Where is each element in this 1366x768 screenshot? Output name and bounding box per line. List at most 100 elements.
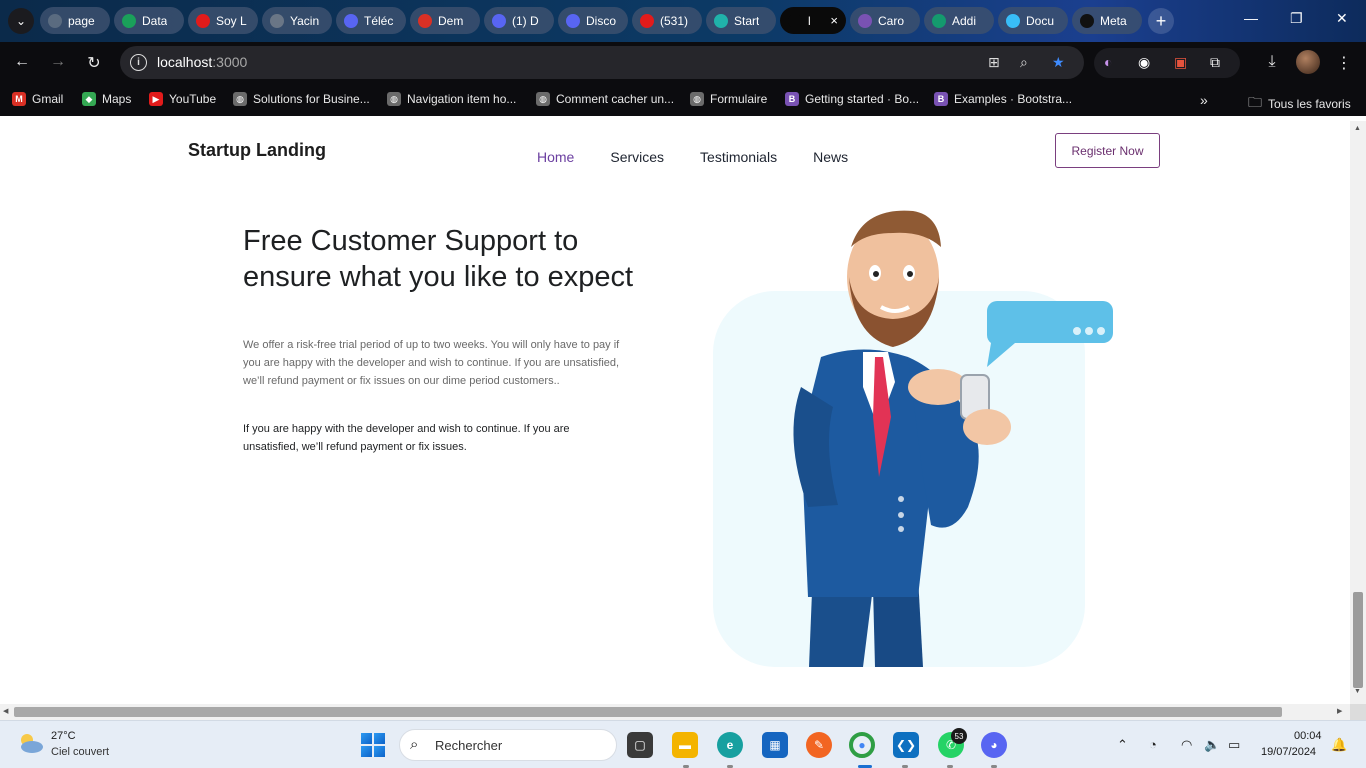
bookmark-item[interactable]: ▶ YouTube <box>149 92 216 106</box>
download-icon[interactable]: ⤓ <box>1262 53 1282 71</box>
vertical-scroll-thumb[interactable] <box>1353 592 1363 688</box>
back-icon[interactable]: ← <box>12 53 32 71</box>
browser-tab[interactable]: Data <box>114 7 184 34</box>
browser-tab[interactable]: Dem <box>410 7 480 34</box>
zoom-icon[interactable]: ⌕ <box>1020 54 1028 71</box>
tab-label: l <box>808 13 811 28</box>
minimize-icon[interactable]: — <box>1244 10 1258 26</box>
forward-icon[interactable]: → <box>48 53 68 71</box>
translate-icon[interactable]: ⊞ <box>988 54 1000 71</box>
browser-tab[interactable]: Caro <box>850 7 920 34</box>
tab-label: Dem <box>438 13 464 28</box>
taskbar-search[interactable]: ⌕ Rechercher <box>399 729 617 761</box>
tab-close-icon[interactable]: × <box>830 13 838 28</box>
hero-title: Free Customer Support to ensure what you… <box>243 225 634 293</box>
new-tab-button[interactable]: + <box>1148 8 1174 34</box>
battery-icon[interactable]: ▭ <box>1228 737 1240 753</box>
whatsapp-badge: 53 <box>951 728 967 744</box>
bookmark-item[interactable]: ◍ Comment cacher un... <box>536 92 674 106</box>
bookmarks-overflow-icon[interactable]: » <box>1200 92 1208 108</box>
bookmark-favicon-icon: ◆ <box>82 92 96 106</box>
bookmark-item[interactable]: B Getting started · Bo... <box>785 92 919 106</box>
bookmark-item[interactable]: ◆ Maps <box>82 92 131 106</box>
tab-search-button[interactable]: ⌄ <box>8 8 34 34</box>
site-info-icon[interactable]: i <box>130 54 147 71</box>
volume-muted-icon[interactable]: 🔈 <box>1204 737 1220 753</box>
bookmark-item[interactable]: B Examples · Bootstra... <box>934 92 1072 106</box>
weather-description[interactable]: Ciel couvert <box>51 746 109 758</box>
notification-bell-icon[interactable]: 🔔 <box>1331 737 1347 753</box>
scroll-down-icon[interactable]: ▼ <box>1354 688 1361 695</box>
browser-tab[interactable]: Addi <box>924 7 994 34</box>
all-bookmarks[interactable]: 🗀 Tous les favoris <box>1248 92 1351 116</box>
vertical-scrollbar[interactable]: ▲ ▼ <box>1350 121 1366 704</box>
tab-label: page <box>68 13 95 28</box>
wifi-icon[interactable]: ◠ <box>1181 737 1192 753</box>
profile-avatar[interactable] <box>1296 50 1320 74</box>
browser-tab[interactable]: l × <box>780 7 846 34</box>
search-icon: ⌕ <box>410 736 419 753</box>
close-window-icon[interactable]: ✕ <box>1336 10 1348 27</box>
browser-tab[interactable]: Téléc <box>336 7 406 34</box>
bookmark-item[interactable]: ◍ Formulaire <box>690 92 767 106</box>
clock-time[interactable]: 00:04 <box>1294 730 1322 742</box>
network-status-icon[interactable]: ◔ <box>1149 737 1157 752</box>
browser-tab[interactable]: Start <box>706 7 776 34</box>
extension-icon[interactable]: ▣ <box>1174 54 1187 71</box>
browser-tab[interactable]: Soy L <box>188 7 258 34</box>
browser-tab[interactable]: Docu <box>998 7 1068 34</box>
clock-date[interactable]: 19/07/2024 <box>1261 746 1316 758</box>
site-brand[interactable]: Startup Landing <box>188 140 326 161</box>
extension-icon[interactable]: ◐ <box>1104 54 1112 70</box>
brave-icon[interactable]: ✎ <box>806 732 832 758</box>
windows-start-icon[interactable] <box>361 733 385 757</box>
browser-tab[interactable]: Yacin <box>262 7 332 34</box>
bookmark-favicon-icon: ◍ <box>536 92 550 106</box>
chrome-icon[interactable]: ● <box>849 732 875 758</box>
scroll-left-icon[interactable]: ◀ <box>3 707 8 715</box>
address-bar[interactable]: i localhost:3000 ⊞ ⌕ ★ <box>120 46 1084 79</box>
cloudy-weather-icon[interactable] <box>16 731 44 755</box>
task-view-icon[interactable]: ▢ <box>627 732 653 758</box>
hero-subtext: If you are happy with the developer and … <box>243 423 570 453</box>
tab-label: Docu <box>1026 13 1055 28</box>
bookmark-favicon-icon: ▶ <box>149 92 163 106</box>
nav-testimonials[interactable]: Testimonials <box>700 149 777 165</box>
browser-tab[interactable]: (531) <box>632 7 702 34</box>
tab-favicon-icon <box>492 13 506 28</box>
extension-icon[interactable]: ◉ <box>1138 54 1150 71</box>
reload-icon[interactable]: ↻ <box>84 53 104 73</box>
bookmark-favicon-icon: M <box>12 92 26 106</box>
browser-tab[interactable]: (1) D <box>484 7 554 34</box>
horizontal-scrollbar[interactable]: ◀ ▶ <box>0 704 1350 720</box>
vscode-icon[interactable]: ❮❯ <box>893 732 919 758</box>
puzzle-icon[interactable]: ⧉ <box>1210 54 1220 71</box>
nav-news[interactable]: News <box>813 149 848 165</box>
bookmark-label: Examples · Bootstra... <box>954 92 1073 106</box>
hero-description: We offer a risk-free trial period of up … <box>243 339 620 387</box>
bookmark-item[interactable]: ◍ Solutions for Busine... <box>233 92 370 106</box>
bookmark-item[interactable]: M Gmail <box>12 92 63 106</box>
edge-icon[interactable]: e <box>717 732 743 758</box>
discord-icon[interactable]: ◕ <box>981 732 1007 758</box>
tab-label: (531) <box>660 13 689 28</box>
horizontal-scroll-thumb[interactable] <box>14 707 1282 717</box>
register-now-button[interactable]: Register Now <box>1055 133 1160 168</box>
menu-icon[interactable]: ⋮ <box>1334 53 1354 73</box>
store-icon[interactable]: ▦ <box>762 732 788 758</box>
scroll-up-icon[interactable]: ▲ <box>1354 125 1361 132</box>
browser-tab[interactable]: page <box>40 7 110 34</box>
bookmark-item[interactable]: ◍ Navigation item ho... <box>387 92 516 106</box>
bookmark-star-icon[interactable]: ★ <box>1052 54 1065 71</box>
tray-chevron-up-icon[interactable]: ⌃ <box>1117 737 1128 753</box>
scroll-right-icon[interactable]: ▶ <box>1337 707 1342 715</box>
address-url[interactable]: localhost:3000 <box>157 54 247 70</box>
browser-tab[interactable]: Meta <box>1072 7 1142 34</box>
tab-label: Data <box>142 13 168 28</box>
nav-services[interactable]: Services <box>610 149 664 165</box>
weather-temperature[interactable]: 27°C <box>51 730 76 742</box>
restore-icon[interactable]: ❐ <box>1290 10 1303 27</box>
file-explorer-icon[interactable]: ▬ <box>672 732 698 758</box>
nav-home[interactable]: Home <box>537 149 574 165</box>
browser-tab[interactable]: Disco <box>558 7 628 34</box>
